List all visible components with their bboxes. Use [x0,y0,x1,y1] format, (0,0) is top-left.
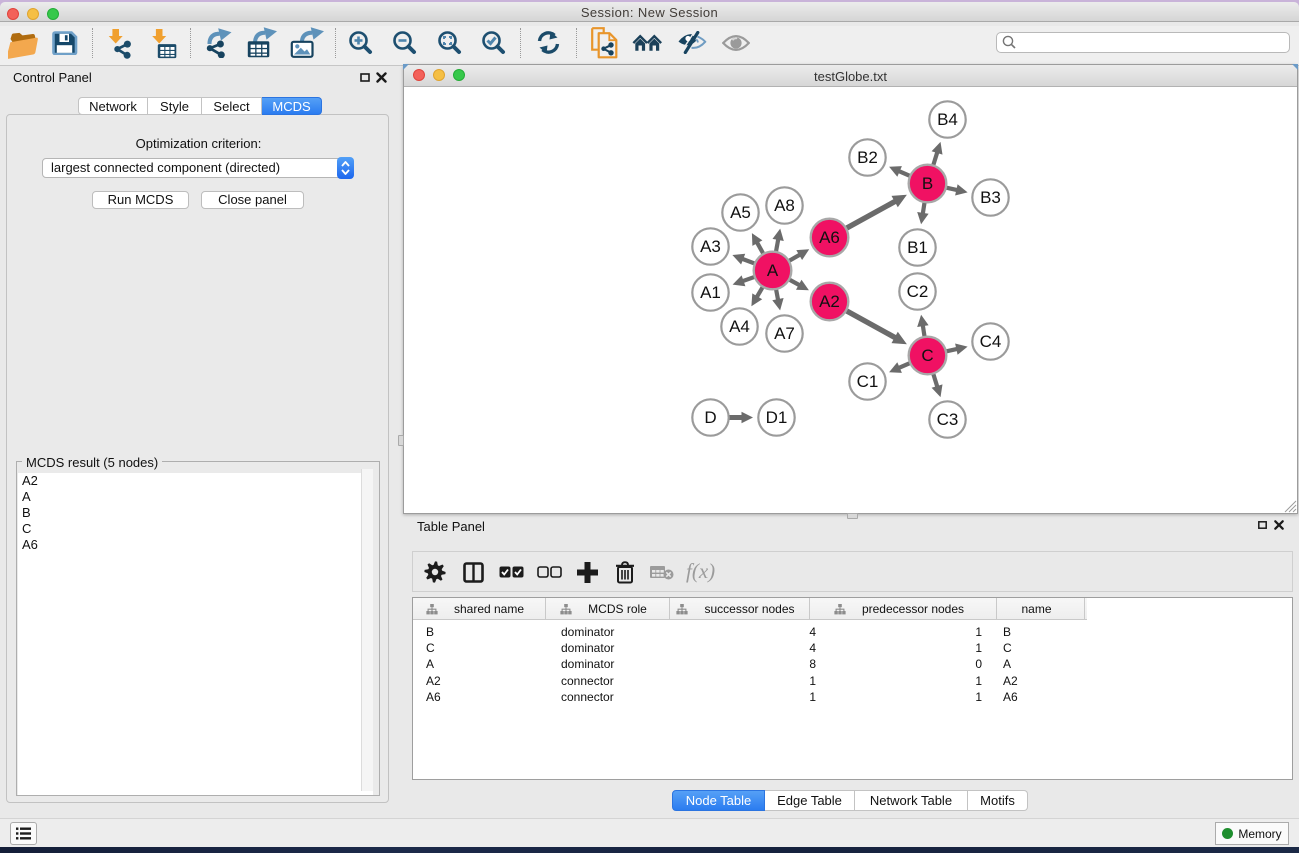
svg-text:B1: B1 [907,238,928,257]
svg-text:C3: C3 [936,410,958,429]
svg-text:A3: A3 [700,237,721,256]
svg-text:B3: B3 [980,188,1001,207]
svg-text:A6: A6 [819,228,840,247]
svg-text:B2: B2 [857,148,878,167]
svg-text:A2: A2 [819,292,840,311]
svg-text:D: D [704,408,716,427]
svg-text:A: A [766,261,778,280]
svg-text:A4: A4 [729,317,750,336]
svg-text:C: C [921,346,933,365]
svg-text:A1: A1 [700,283,721,302]
svg-text:C1: C1 [856,372,878,391]
svg-text:C4: C4 [979,332,1001,351]
svg-text:B4: B4 [937,110,958,129]
svg-text:A8: A8 [774,196,795,215]
svg-text:C2: C2 [906,282,928,301]
svg-text:D1: D1 [765,408,787,427]
svg-text:A5: A5 [730,203,751,222]
svg-text:A7: A7 [774,324,795,343]
svg-text:B: B [921,174,932,193]
